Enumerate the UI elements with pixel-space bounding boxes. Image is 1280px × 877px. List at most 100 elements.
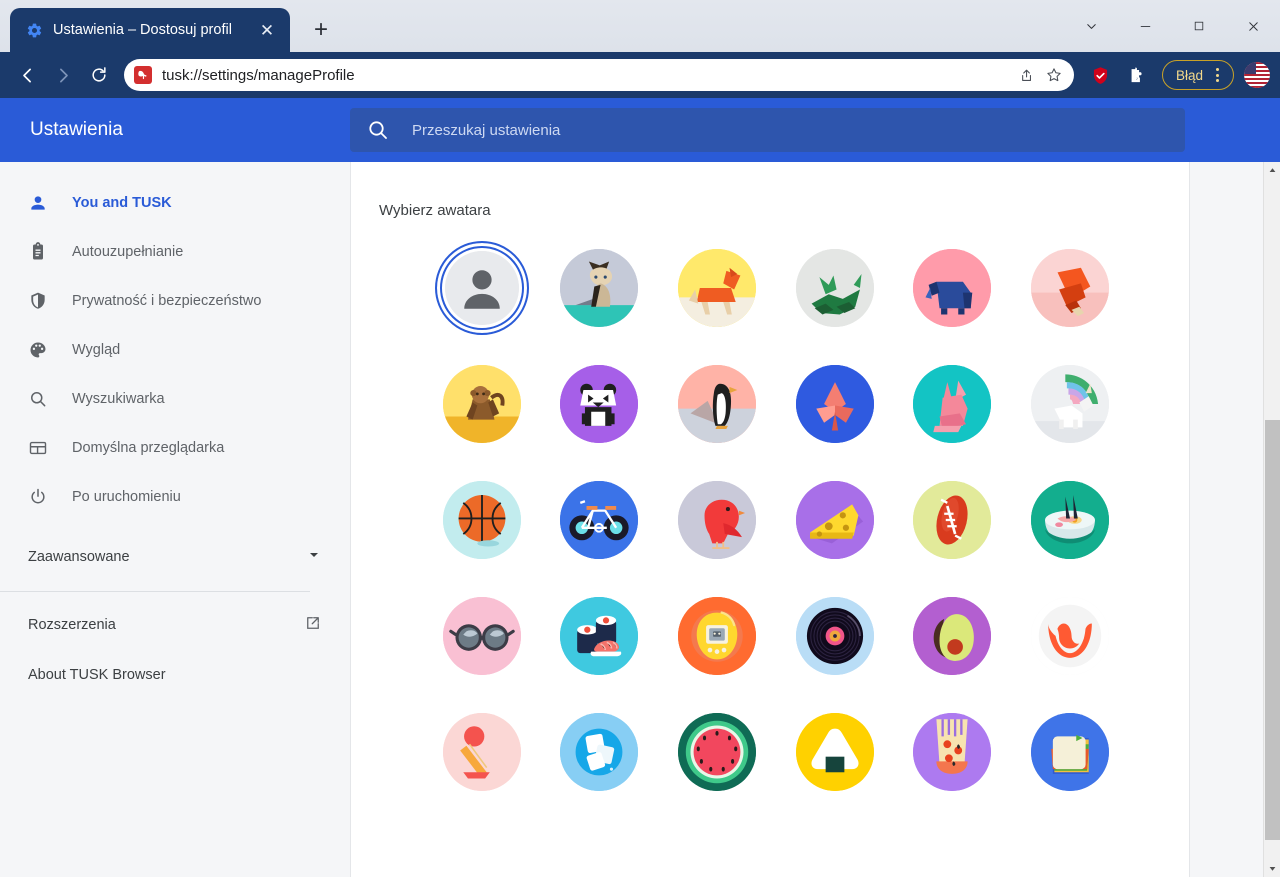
tab-list: Ustawienia – Dostosuj profil ✕ + — [0, 0, 338, 52]
avatar-option-origami-penguin[interactable] — [658, 357, 776, 451]
avatar-ring — [435, 473, 529, 567]
three-dot-menu-icon[interactable] — [1205, 63, 1229, 87]
avatar-option-origami-dog[interactable] — [658, 241, 776, 335]
search-input[interactable]: Przeszukaj ustawienia — [350, 108, 1185, 152]
avatar-option-sandwich[interactable] — [1011, 705, 1129, 799]
reload-icon[interactable] — [82, 58, 116, 92]
tab-search-chevron-icon[interactable] — [1064, 6, 1118, 46]
settings-sidebar: You and TUSK Autouzupełnianie Prywatność… — [0, 162, 350, 877]
avatar-option-origami-rabbit[interactable] — [894, 357, 1012, 451]
avatar-option-origami-elephant[interactable] — [894, 241, 1012, 335]
sidebar-item-appearance[interactable]: Wygląd — [0, 325, 350, 374]
avatar-ring — [905, 705, 999, 799]
sidebar-item-label: Wyszukiwarka — [72, 390, 165, 407]
sidebar-item-extensions[interactable]: Rozszerzenia — [0, 600, 350, 650]
avatar-ring — [788, 705, 882, 799]
power-icon — [28, 487, 48, 507]
avatar-ring — [552, 357, 646, 451]
avatar-option-ramen-bowl[interactable] — [1011, 473, 1129, 567]
shield-icon[interactable] — [1084, 58, 1118, 92]
origami-dragon-icon — [795, 249, 874, 327]
sushi-icon — [560, 597, 639, 675]
sandwich-icon — [1031, 713, 1110, 791]
avatar-option-default-person[interactable] — [423, 241, 541, 335]
avatar-option-pizza-slice[interactable] — [894, 705, 1012, 799]
avatar-option-ice-cream-cone[interactable] — [423, 705, 541, 799]
watermelon-icon — [678, 713, 757, 791]
sidebar-item-on-startup[interactable]: Po uruchomieniu — [0, 472, 350, 521]
sidebar-item-default-browser[interactable]: Domyślna przeglądarka — [0, 423, 350, 472]
scroll-up-arrow-icon[interactable] — [1264, 162, 1280, 179]
scroll-down-arrow-icon[interactable] — [1264, 860, 1280, 877]
avatar-option-origami-unicorn[interactable] — [1011, 357, 1129, 451]
avatar-ring — [670, 357, 764, 451]
sidebar-item-advanced[interactable]: Zaawansowane — [0, 533, 350, 581]
avatar-ring — [552, 705, 646, 799]
avatar-option-red-bird[interactable] — [658, 473, 776, 567]
tab-settings[interactable]: Ustawienia – Dostosuj profil ✕ — [10, 8, 290, 52]
share-icon[interactable] — [1012, 61, 1040, 89]
maximize-button[interactable] — [1172, 6, 1226, 46]
scrollbar[interactable] — [1263, 162, 1280, 877]
sidebar-item-label: Prywatność i bezpieczeństwo — [72, 292, 262, 309]
avatar-option-sunglasses[interactable] — [423, 589, 541, 683]
address-bar[interactable]: tusk://settings/manageProfile — [124, 59, 1074, 91]
avatar-option-croissant-smile[interactable] — [1011, 589, 1129, 683]
avatar-option-sushi[interactable] — [541, 589, 659, 683]
avatar-option-origami-monkey[interactable] — [423, 357, 541, 451]
avatar-option-vinyl-record[interactable] — [776, 589, 894, 683]
error-badge-button[interactable]: Błąd — [1161, 60, 1234, 90]
tab-title: Ustawienia – Dostosuj profil — [53, 22, 232, 38]
cheese-icon — [795, 481, 874, 559]
sidebar-item-autofill[interactable]: Autouzupełnianie — [0, 227, 350, 276]
vinyl-record-icon — [795, 597, 874, 675]
new-tab-button[interactable]: + — [304, 13, 338, 47]
avatar-ring — [788, 241, 882, 335]
avatar-option-origami-dragon[interactable] — [776, 241, 894, 335]
sidebar-item-privacy-security[interactable]: Prywatność i bezpieczeństwo — [0, 276, 350, 325]
avatar-option-origami-butterfly[interactable] — [776, 357, 894, 451]
avatar-option-origami-fox[interactable] — [1011, 241, 1129, 335]
avatar-selection-ring — [434, 241, 529, 335]
avatar-option-american-football[interactable] — [894, 473, 1012, 567]
scrollbar-thumb[interactable] — [1265, 420, 1280, 840]
sidebar-item-about[interactable]: About TUSK Browser — [0, 650, 350, 700]
avatar-option-basketball[interactable] — [423, 473, 541, 567]
avatar-option-origami-panda[interactable] — [541, 357, 659, 451]
back-arrow-icon[interactable] — [10, 58, 44, 92]
avatar-ring — [905, 241, 999, 335]
puzzle-piece-icon[interactable] — [1120, 58, 1154, 92]
avatar-option-watermelon[interactable] — [658, 705, 776, 799]
clipboard-icon — [28, 241, 48, 262]
avatar-ring — [788, 357, 882, 451]
sidebar-item-search-engine[interactable]: Wyszukiwarka — [0, 374, 350, 423]
avatar-option-bicycle[interactable] — [541, 473, 659, 567]
settings-page: Ustawienia Przeszukaj ustawienia You and… — [0, 98, 1280, 877]
avatar-ring — [1023, 473, 1117, 567]
avatar-option-origami-cat[interactable] — [541, 241, 659, 335]
sidebar-divider — [0, 591, 310, 592]
settings-header: Ustawienia Przeszukaj ustawienia — [0, 98, 1280, 162]
avatar-option-cheese[interactable] — [776, 473, 894, 567]
window-controls — [1064, 0, 1280, 52]
page-right-gutter — [1191, 162, 1263, 877]
basketball-icon — [442, 481, 521, 559]
avatar-option-onigiri[interactable] — [776, 705, 894, 799]
browser-window-icon — [28, 438, 48, 458]
minimize-button[interactable] — [1118, 6, 1172, 46]
close-window-button[interactable] — [1226, 6, 1280, 46]
star-icon[interactable] — [1040, 61, 1068, 89]
tab-close-icon[interactable]: ✕ — [254, 17, 280, 43]
sidebar-item-you-and-tusk[interactable]: You and TUSK — [0, 178, 350, 227]
avatar-option-tamagotchi[interactable] — [658, 589, 776, 683]
avatar-ring — [435, 357, 529, 451]
avatar-option-avocado[interactable] — [894, 589, 1012, 683]
avatar-ring — [788, 473, 882, 567]
avatar-option-ice-cubes[interactable] — [541, 705, 659, 799]
avocado-icon — [913, 597, 992, 675]
bicycle-icon — [560, 481, 639, 559]
chevron-down-icon — [306, 547, 322, 568]
error-badge-label: Błąd — [1175, 67, 1203, 83]
forward-arrow-icon[interactable] — [46, 58, 80, 92]
avatar[interactable] — [1244, 62, 1270, 88]
